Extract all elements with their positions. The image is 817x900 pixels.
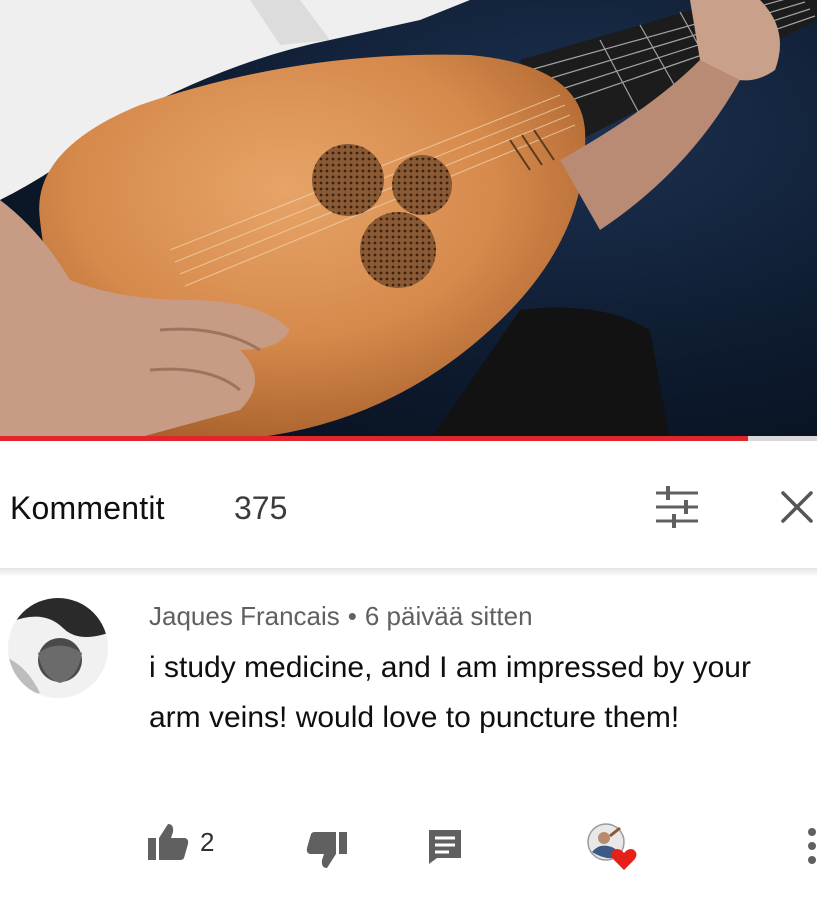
reply-icon[interactable] [425,826,465,866]
comment-timestamp[interactable]: 6 päivää sitten [365,601,533,631]
meta-separator: • [347,601,357,631]
lute-player-image [0,0,817,440]
comment-author[interactable]: Jaques Francais [149,601,340,631]
more-vertical-icon[interactable] [800,822,817,870]
comments-count: 375 [234,490,288,526]
video-player[interactable] [0,0,817,440]
thumbs-up-icon[interactable] [146,822,190,862]
close-icon[interactable] [777,487,817,527]
creator-heart-icon [587,823,637,870]
thumbs-down-icon[interactable] [305,830,349,870]
comments-title: Kommentit [10,490,165,526]
comment-meta: Jaques Francais • 6 päivää sitten [149,601,533,632]
sort-sliders-icon[interactable] [652,485,702,529]
avatar[interactable] [8,598,108,698]
avatar-portrait-icon [8,598,108,698]
comment-text: i study medicine, and I am impressed by … [149,651,751,734]
header-divider [0,569,817,577]
like-count: 2 [200,827,215,857]
